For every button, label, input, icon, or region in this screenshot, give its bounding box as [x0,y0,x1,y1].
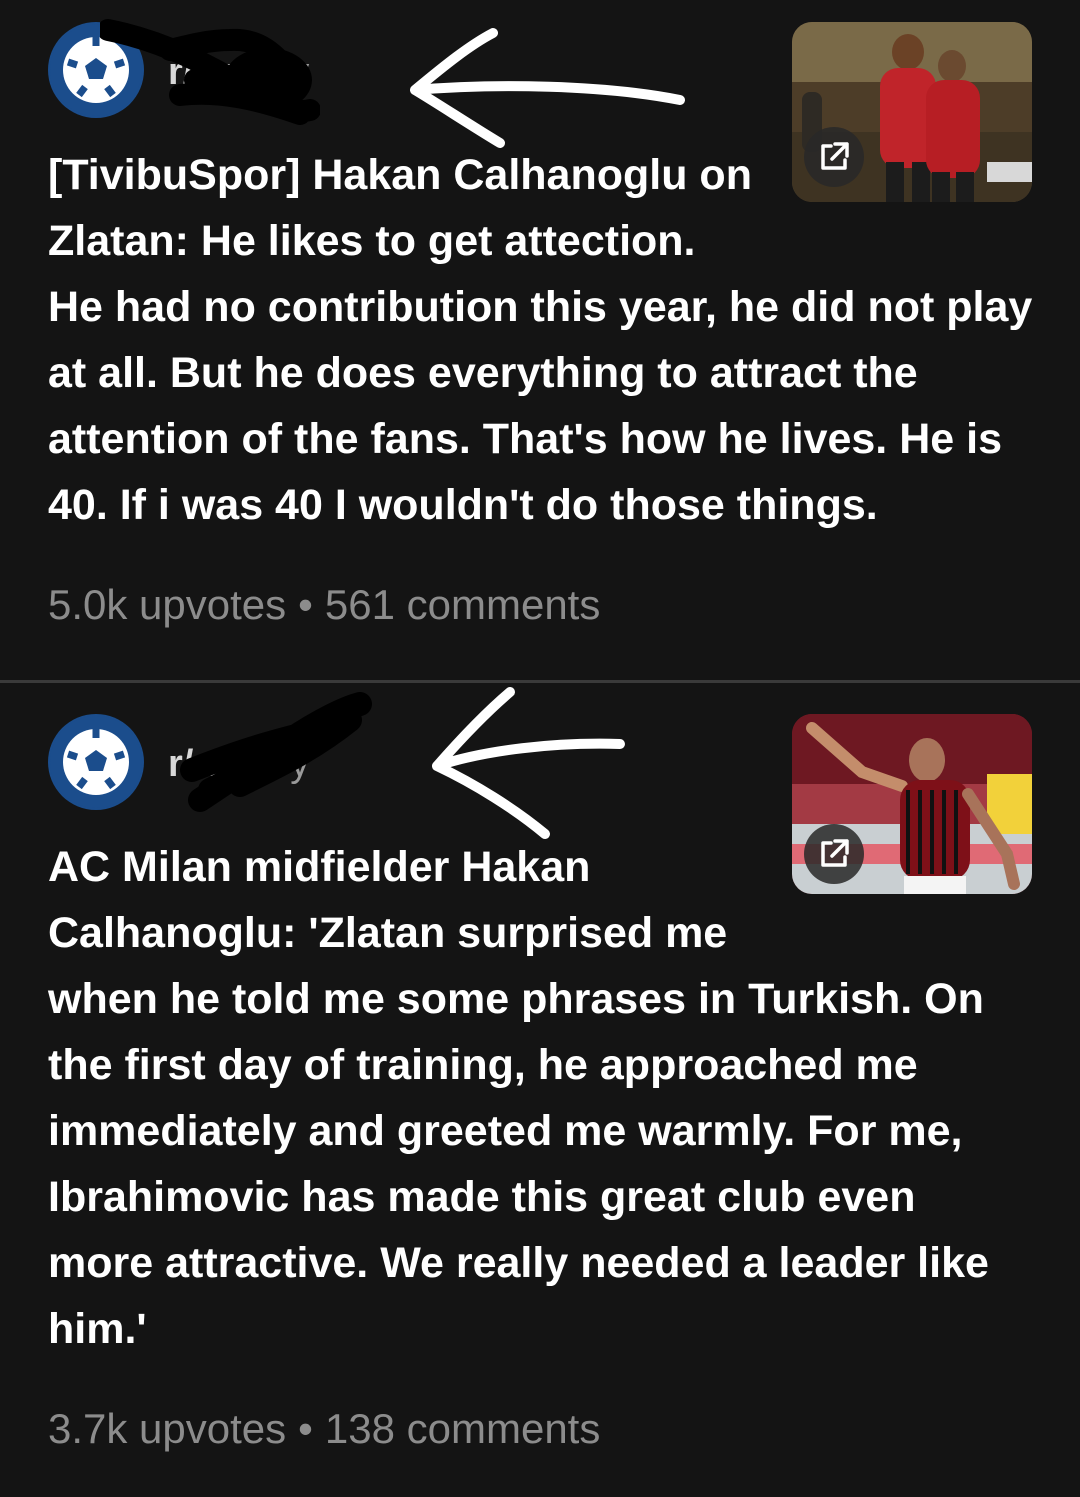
upvote-count: 5.0k upvotes [48,581,287,628]
feed-post[interactable]: r/ er • 1y [TivibuSpor] Hakan Calhanoglu… [0,0,1080,682]
comment-count[interactable]: 561 comments [325,581,600,628]
upvote-count: 3.7k upvotes [48,1405,287,1452]
post-stats: 3.7k upvotes • 138 comments [48,1404,600,1454]
post-stats: 5.0k upvotes • 561 comments [48,580,600,630]
stats-separator: • [298,1405,313,1452]
post-meta: r/ er • 3y [168,742,309,786]
post-age: 1y [269,51,310,93]
meta-separator: • [247,51,262,93]
post-title[interactable]: AC Milan midfielder Hakan Calhanoglu: 'Z… [48,834,1058,1362]
post-title[interactable]: [TivibuSpor] Hakan Calhanoglu on Zlatan:… [48,142,1058,538]
subreddit-avatar[interactable] [48,22,144,118]
comment-count[interactable]: 138 comments [325,1405,600,1452]
annotation-arrow [410,28,685,148]
stats-separator: • [298,581,313,628]
subreddit-name[interactable]: r/ er [168,743,240,785]
annotation-arrow [432,687,625,839]
post-divider [0,680,1080,683]
post-meta: r/ er • 1y [168,50,309,94]
subreddit-name[interactable]: r/ er [168,51,240,93]
post-age: 3y [269,743,310,785]
soccer-ball-icon [50,24,142,116]
soccer-ball-icon [50,716,142,808]
feed-post[interactable]: r/ er • 3y AC Milan midfielder Hakan Cal… [0,684,1080,1497]
meta-separator: • [247,743,262,785]
subreddit-avatar[interactable] [48,714,144,810]
